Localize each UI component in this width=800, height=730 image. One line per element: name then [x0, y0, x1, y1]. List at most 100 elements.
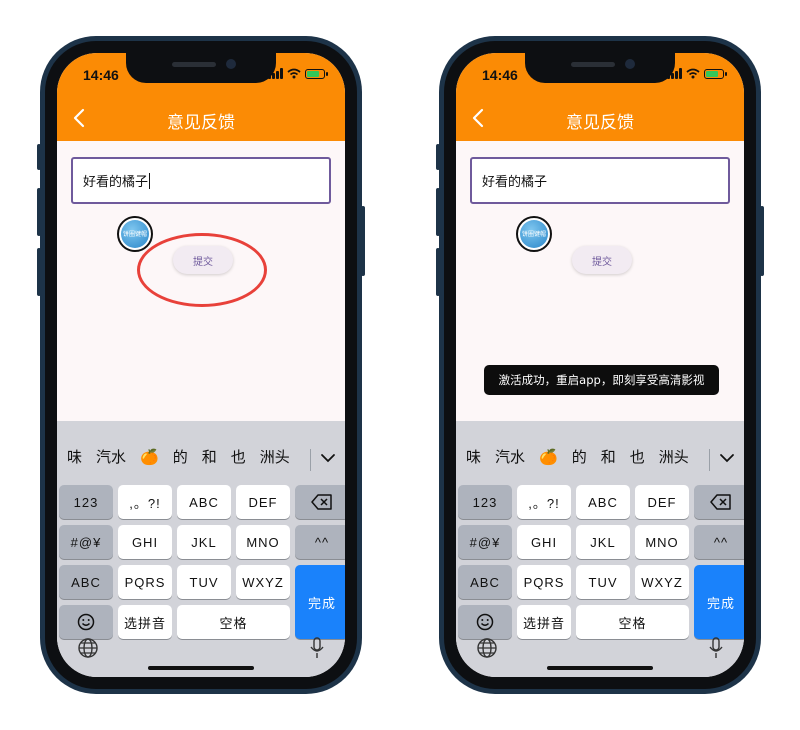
backspace-icon: [311, 494, 332, 510]
key-jkl[interactable]: JKL: [177, 525, 231, 559]
feedback-input[interactable]: 好看的橘子: [470, 157, 730, 204]
key-tuv[interactable]: TUV: [576, 565, 630, 599]
key-done[interactable]: 完成: [295, 565, 345, 639]
candidate-item[interactable]: 味: [67, 447, 82, 467]
key-wxyz[interactable]: WXYZ: [635, 565, 689, 599]
candidate-item[interactable]: 🍊: [539, 447, 558, 467]
candidate-item[interactable]: 和: [202, 447, 217, 467]
highlight-circle: [137, 233, 267, 307]
key-emoticon[interactable]: ^^: [295, 525, 345, 559]
key-tuv[interactable]: TUV: [177, 565, 231, 599]
key-def[interactable]: DEF: [236, 485, 290, 519]
key-done[interactable]: 完成: [694, 565, 744, 639]
candidate-item[interactable]: 的: [572, 447, 587, 467]
candidate-item[interactable]: 洲头: [260, 447, 290, 467]
home-indicator: [148, 666, 254, 670]
key-def[interactable]: DEF: [635, 485, 689, 519]
bezel: 14:46 意见反馈 好看的橘子 饼圈 键帽 提交 味 汽水 🍊 的 和 也 洲…: [45, 41, 357, 689]
key-symbols[interactable]: #@¥: [59, 525, 113, 559]
candidate-bar: 味 汽水 🍊 的 和 也 洲头: [57, 421, 345, 473]
key-123[interactable]: 123: [59, 485, 113, 519]
keyboard: 味 汽水 🍊 的 和 也 洲头 123 ,。?! ABC DEF #@¥ GHI…: [57, 421, 345, 677]
emoji-icon: [77, 613, 95, 631]
emoji-icon: [476, 613, 494, 631]
side-button-right: [361, 206, 365, 276]
candidate-item[interactable]: 和: [601, 447, 616, 467]
key-emoticon[interactable]: ^^: [694, 525, 744, 559]
key-symbols[interactable]: #@¥: [458, 525, 512, 559]
key-abc[interactable]: ABC: [576, 485, 630, 519]
key-space[interactable]: 空格: [576, 605, 689, 639]
home-indicator: [547, 666, 653, 670]
key-select-pinyin[interactable]: 选拼音: [118, 605, 172, 639]
wifi-icon: [686, 68, 700, 79]
key-abc[interactable]: ABC: [177, 485, 231, 519]
side-button-left: [436, 248, 440, 296]
microphone-icon[interactable]: [309, 637, 325, 659]
globe-icon[interactable]: [77, 637, 99, 659]
side-button-left: [37, 144, 41, 170]
battery-icon: [305, 68, 328, 79]
candidate-item[interactable]: 汽水: [96, 447, 126, 467]
key-123[interactable]: 123: [458, 485, 512, 519]
backspace-icon: [710, 494, 731, 510]
camera-icon: [625, 59, 635, 69]
key-jkl[interactable]: JKL: [576, 525, 630, 559]
status-time: 14:46: [482, 67, 518, 83]
microphone-icon[interactable]: [708, 637, 724, 659]
candidate-item[interactable]: 的: [173, 447, 188, 467]
key-pqrs[interactable]: PQRS: [118, 565, 172, 599]
side-button-right: [760, 206, 764, 276]
candidate-item[interactable]: 味: [466, 447, 481, 467]
notch: [525, 53, 675, 83]
globe-icon[interactable]: [476, 637, 498, 659]
feedback-input-value: 好看的橘子: [83, 175, 149, 190]
badge-logo: 饼圈 键帽: [121, 220, 149, 248]
floating-badge[interactable]: 饼圈 键帽: [516, 216, 552, 252]
badge-logo: 饼圈 键帽: [520, 220, 548, 248]
notch: [126, 53, 276, 83]
candidate-item[interactable]: 汽水: [495, 447, 525, 467]
key-wxyz[interactable]: WXYZ: [236, 565, 290, 599]
key-abc-mode[interactable]: ABC: [458, 565, 512, 599]
status-time: 14:46: [83, 67, 119, 83]
page-title: 意见反馈: [167, 113, 235, 133]
candidate-divider: [310, 449, 311, 471]
key-punctuation[interactable]: ,。?!: [517, 485, 571, 519]
feedback-input[interactable]: 好看的橘子: [71, 157, 331, 204]
feedback-input-value: 好看的橘子: [482, 175, 548, 190]
candidate-bar: 味 汽水 🍊 的 和 也 洲头: [456, 421, 744, 473]
side-button-left: [37, 188, 41, 236]
key-emoji[interactable]: [458, 605, 512, 639]
candidate-item[interactable]: 🍊: [140, 447, 159, 467]
key-backspace[interactable]: [295, 485, 345, 519]
camera-icon: [226, 59, 236, 69]
key-ghi[interactable]: GHI: [118, 525, 172, 559]
chevron-down-icon[interactable]: [718, 449, 736, 467]
candidate-item[interactable]: 也: [231, 447, 246, 467]
key-punctuation[interactable]: ,。?!: [118, 485, 172, 519]
chevron-down-icon[interactable]: [319, 449, 337, 467]
key-backspace[interactable]: [694, 485, 744, 519]
candidate-item[interactable]: 洲头: [659, 447, 689, 467]
candidate-item[interactable]: 也: [630, 447, 645, 467]
side-button-left: [37, 248, 41, 296]
battery-icon: [704, 68, 727, 79]
toast-message: 激活成功，重启app，即刻享受高清影视: [484, 365, 719, 395]
candidate-divider: [709, 449, 710, 471]
phone-left: 14:46 意见反馈 好看的橘子 饼圈 键帽 提交 味 汽水 🍊 的 和 也 洲…: [37, 36, 365, 694]
key-abc-mode[interactable]: ABC: [59, 565, 113, 599]
key-select-pinyin[interactable]: 选拼音: [517, 605, 571, 639]
key-pqrs[interactable]: PQRS: [517, 565, 571, 599]
floating-badge[interactable]: 饼圈 键帽: [117, 216, 153, 252]
key-mno[interactable]: MNO: [635, 525, 689, 559]
side-button-left: [436, 144, 440, 170]
key-space[interactable]: 空格: [177, 605, 290, 639]
phone-right: 14:46 意见反馈 好看的橘子 饼圈 键帽 提交 激活成功，重启app，即刻享受…: [436, 36, 764, 694]
screen: 14:46 意见反馈 好看的橘子 饼圈 键帽 提交 激活成功，重启app，即刻享受…: [456, 53, 744, 677]
submit-button[interactable]: 提交: [572, 246, 632, 274]
status-icons: [667, 68, 727, 79]
key-emoji[interactable]: [59, 605, 113, 639]
key-ghi[interactable]: GHI: [517, 525, 571, 559]
key-mno[interactable]: MNO: [236, 525, 290, 559]
